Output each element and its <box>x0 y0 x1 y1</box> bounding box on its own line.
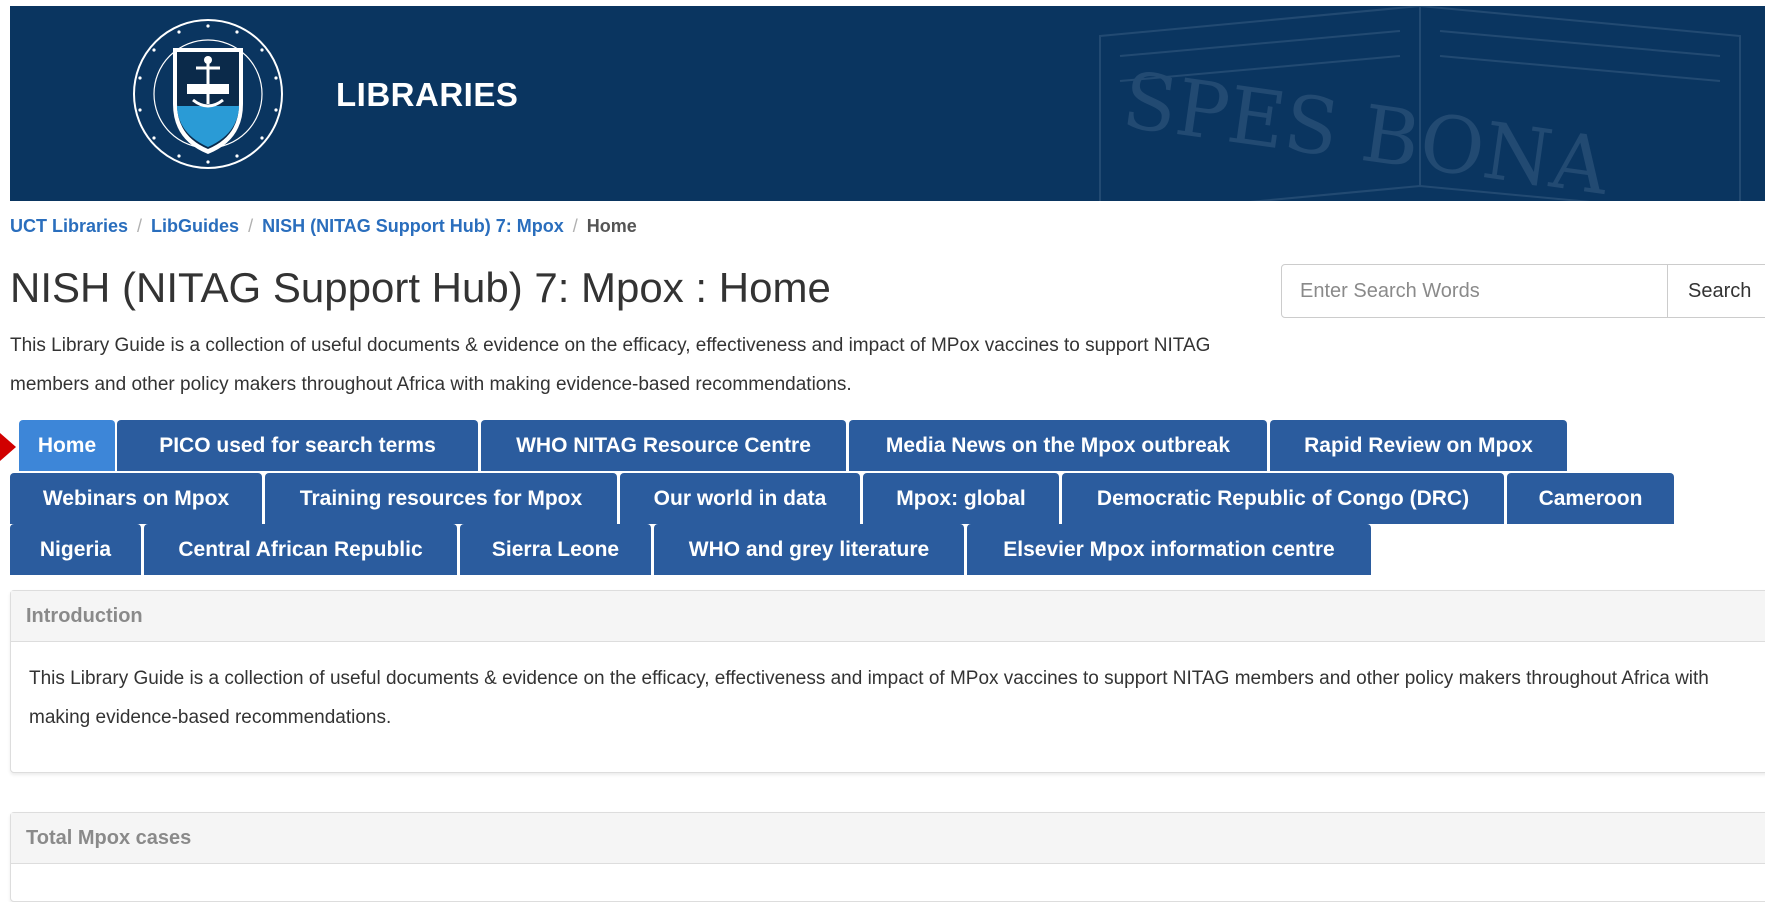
tab-training-resources[interactable]: Training resources for Mpox <box>265 473 617 524</box>
tab-cameroon[interactable]: Cameroon <box>1507 473 1674 524</box>
breadcrumb-separator: / <box>137 216 143 236</box>
breadcrumb-guide[interactable]: NISH (NITAG Support Hub) 7: Mpox <box>262 216 564 237</box>
tab-sierra-leone[interactable]: Sierra Leone <box>460 524 651 575</box>
tab-home[interactable]: Home <box>19 420 115 471</box>
site-header-banner: SPES BONA LIBRARIES <box>10 6 1765 201</box>
spes-bona-watermark: SPES BONA <box>1099 6 1741 201</box>
tab-central-african-republic[interactable]: Central African Republic <box>144 524 457 575</box>
tab-pico-search-terms[interactable]: PICO used for search terms <box>117 420 478 471</box>
total-cases-heading: Total Mpox cases <box>11 813 1765 864</box>
introduction-panel: Introduction This Library Guide is a col… <box>10 590 1765 773</box>
tab-nigeria[interactable]: Nigeria <box>10 524 141 575</box>
tab-our-world-in-data[interactable]: Our world in data <box>620 473 860 524</box>
breadcrumb-libguides[interactable]: LibGuides <box>151 216 239 237</box>
pointer-arrow-icon <box>0 433 16 461</box>
libraries-brand[interactable]: LIBRARIES <box>336 76 518 114</box>
breadcrumb-separator: / <box>572 216 578 236</box>
breadcrumb: UCT Libraries / LibGuides / NISH (NITAG … <box>10 216 637 237</box>
breadcrumb-separator: / <box>248 216 254 236</box>
guide-description: This Library Guide is a collection of us… <box>10 335 1211 395</box>
total-cases-panel: Total Mpox cases <box>10 812 1765 902</box>
svg-text:SPES BONA: SPES BONA <box>1117 56 1615 201</box>
introduction-heading: Introduction <box>11 591 1765 642</box>
tab-rapid-review[interactable]: Rapid Review on Mpox <box>1270 420 1567 471</box>
tab-who-nitag-resource-centre[interactable]: WHO NITAG Resource Centre <box>481 420 846 471</box>
tab-webinars[interactable]: Webinars on Mpox <box>10 473 262 524</box>
tab-media-news[interactable]: Media News on the Mpox outbreak <box>849 420 1267 471</box>
tab-drc[interactable]: Democratic Republic of Congo (DRC) <box>1062 473 1504 524</box>
page-title: NISH (NITAG Support Hub) 7: Mpox : Home <box>10 264 831 311</box>
search-input[interactable] <box>1281 264 1668 318</box>
breadcrumb-uct-libraries[interactable]: UCT Libraries <box>10 216 128 237</box>
tab-who-grey-literature[interactable]: WHO and grey literature <box>654 524 964 575</box>
tab-mpox-global[interactable]: Mpox: global <box>863 473 1059 524</box>
breadcrumb-current: Home <box>586 216 637 236</box>
introduction-body: This Library Guide is a collection of us… <box>29 668 1709 728</box>
search-button[interactable]: Search <box>1667 264 1765 318</box>
uct-crest-logo[interactable] <box>127 8 289 180</box>
tab-elsevier-mpox[interactable]: Elsevier Mpox information centre <box>967 524 1371 575</box>
